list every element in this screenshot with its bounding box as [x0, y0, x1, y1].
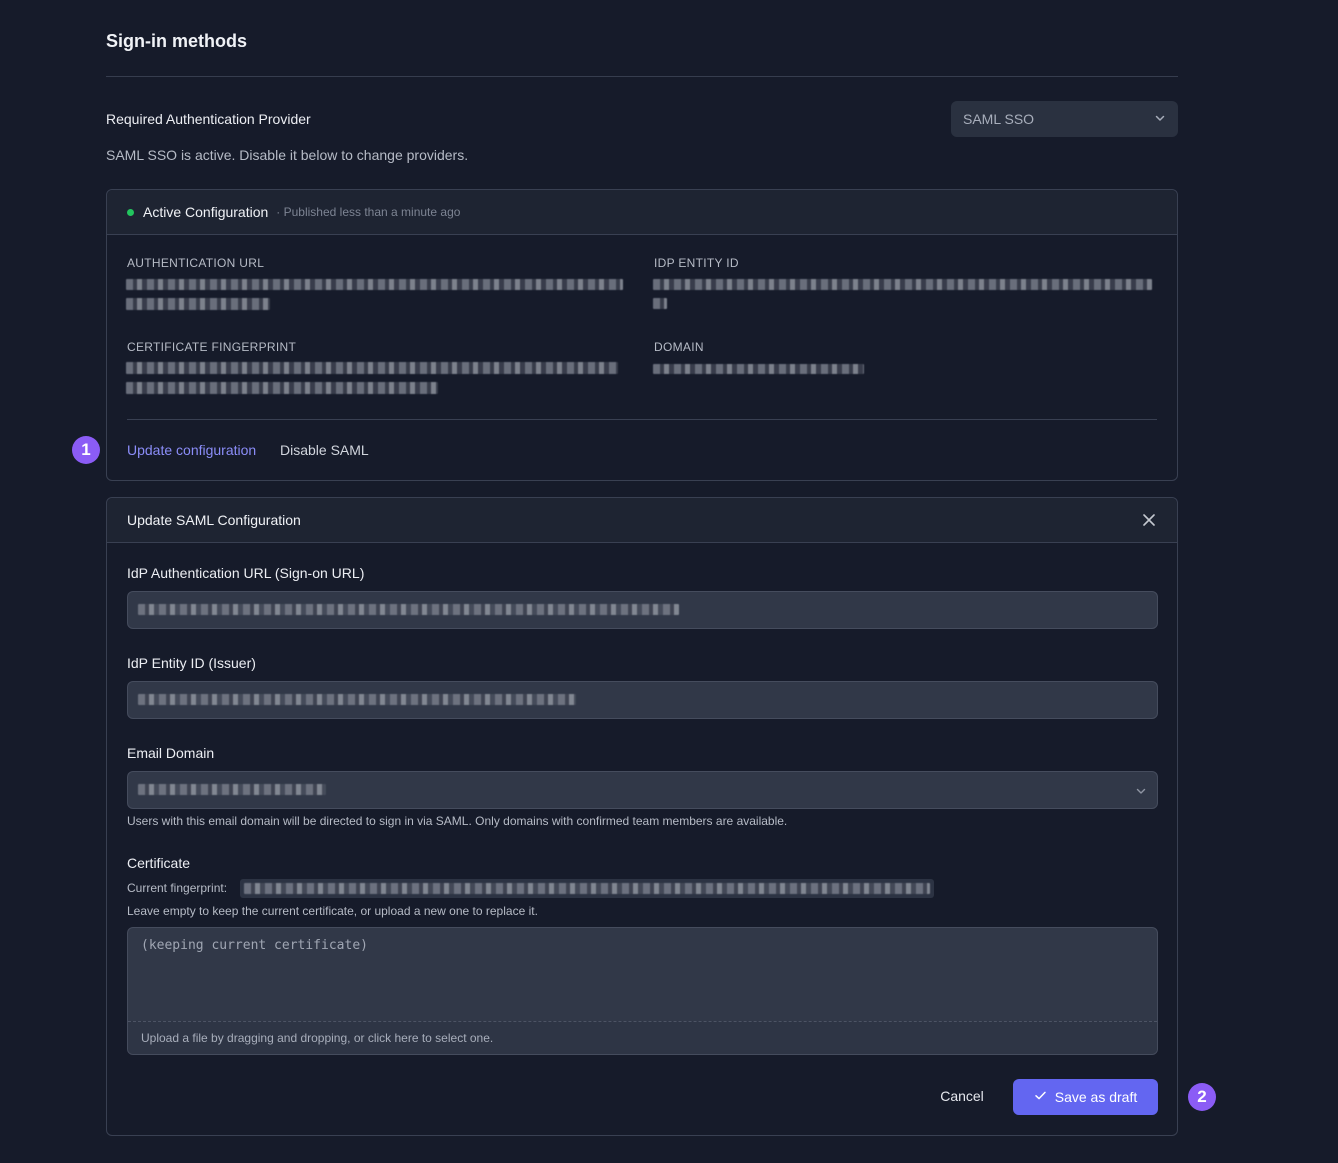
certificate-label: Certificate [127, 855, 191, 871]
current-fingerprint-redacted [244, 883, 930, 894]
provider-label: Required Authentication Provider [106, 111, 311, 127]
title-divider [106, 76, 1178, 77]
cert-fingerprint-redacted-2 [126, 382, 438, 394]
certificate-textarea[interactable]: (keeping current certificate) Upload a f… [127, 927, 1158, 1055]
cert-fingerprint-label: CERTIFICATE FINGERPRINT [127, 340, 297, 354]
email-domain-select[interactable] [127, 771, 1158, 809]
idp-entity-value-redacted-2 [653, 298, 667, 309]
auth-url-value-redacted [126, 279, 623, 290]
entity-id-field-label: IdP Entity ID (Issuer) [127, 655, 256, 671]
auth-url-value-redacted-2 [126, 298, 270, 310]
save-as-draft-button[interactable]: Save as draft [1013, 1079, 1158, 1115]
certificate-help: Leave empty to keep the current certific… [127, 904, 538, 918]
card-divider [127, 419, 1157, 420]
domain-label: DOMAIN [654, 340, 704, 354]
close-icon[interactable] [1141, 512, 1157, 528]
update-configuration-link[interactable]: Update configuration [127, 442, 256, 458]
update-saml-card: Update SAML Configuration IdP Authentica… [106, 497, 1178, 1136]
disable-saml-link[interactable]: Disable SAML [280, 442, 369, 458]
certificate-placeholder: (keeping current certificate) [141, 938, 368, 953]
auth-url-field-label: IdP Authentication URL (Sign-on URL) [127, 565, 365, 581]
check-icon [1034, 1089, 1047, 1105]
current-fingerprint-value [240, 879, 934, 898]
entity-id-input[interactable] [127, 681, 1158, 719]
active-configuration-header: Active Configuration · Published less th… [107, 190, 1177, 235]
cancel-button[interactable]: Cancel [927, 1088, 997, 1108]
page-title: Sign-in methods [106, 31, 247, 51]
certificate-upload-zone[interactable]: Upload a file by dragging and dropping, … [128, 1021, 1157, 1054]
email-domain-field-label: Email Domain [127, 745, 215, 761]
step-badge-2: 2 [1188, 1083, 1216, 1111]
chevron-down-icon [1135, 784, 1147, 802]
save-as-draft-label: Save as draft [1054, 1089, 1138, 1105]
current-fingerprint-label: Current fingerprint: [127, 881, 228, 895]
step-badge-1: 1 [72, 436, 100, 464]
cert-fingerprint-redacted [126, 362, 618, 374]
entity-id-input-redacted [138, 694, 576, 705]
update-saml-title: Update SAML Configuration [127, 512, 301, 528]
email-domain-help: Users with this email domain will be dir… [127, 814, 788, 828]
provider-select-value: SAML SSO [963, 111, 1035, 127]
active-configuration-card: Active Configuration · Published less th… [106, 189, 1178, 481]
idp-entity-value-redacted [653, 279, 1152, 290]
provider-select[interactable]: SAML SSO [951, 101, 1178, 137]
email-domain-redacted [138, 784, 326, 795]
auth-url-input[interactable] [127, 591, 1158, 629]
chevron-down-icon [1154, 111, 1166, 127]
provider-help: SAML SSO is active. Disable it below to … [106, 147, 469, 163]
auth-url-input-redacted [138, 604, 679, 615]
status-dot [127, 208, 134, 216]
published-status: · Published less than a minute ago [276, 205, 461, 219]
active-configuration-title: Active Configuration [143, 204, 269, 220]
domain-value-redacted [653, 364, 864, 374]
auth-url-label: AUTHENTICATION URL [127, 256, 265, 270]
update-saml-header: Update SAML Configuration [107, 498, 1177, 543]
idp-entity-label: IDP ENTITY ID [654, 256, 739, 270]
